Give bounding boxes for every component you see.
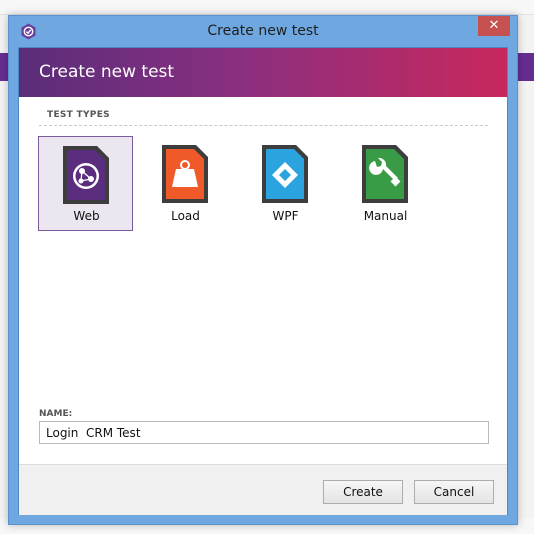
test-name-input[interactable] [39, 421, 489, 444]
cancel-button[interactable]: Cancel [414, 480, 494, 504]
test-type-manual-tile[interactable]: Manual [338, 136, 433, 231]
create-test-dialog: Create new test ✕ Create new test TEST T… [8, 15, 518, 525]
test-type-label: Manual [363, 209, 408, 223]
create-button[interactable]: Create [323, 480, 403, 504]
dialog-content: Create new test TEST TYPES Web Load WPF … [18, 47, 508, 515]
window-title: Create new test [207, 23, 319, 39]
test-type-label: Web [73, 209, 100, 223]
test-types-label: TEST TYPES [47, 110, 110, 120]
name-label: NAME: [39, 409, 73, 419]
dialog-footer: Create Cancel [19, 464, 507, 515]
dialog-header: Create new test [19, 48, 507, 97]
test-type-label: Load [171, 209, 200, 223]
section-divider [39, 125, 488, 126]
web-globe-icon [63, 146, 109, 204]
wpf-diamond-icon [262, 145, 308, 203]
title-bar[interactable]: Create new test ✕ [9, 16, 517, 47]
load-weight-icon [162, 145, 208, 203]
test-type-wpf-tile[interactable]: WPF [238, 136, 333, 231]
background-app-topbar [0, 0, 534, 15]
close-icon: ✕ [488, 18, 500, 33]
test-type-load-tile[interactable]: Load [138, 136, 233, 231]
dialog-header-title: Create new test [39, 62, 175, 82]
test-type-web-tile[interactable]: Web [38, 136, 133, 231]
test-type-label: WPF [272, 209, 299, 223]
manual-wrench-icon [362, 145, 408, 203]
close-button[interactable]: ✕ [478, 16, 510, 36]
